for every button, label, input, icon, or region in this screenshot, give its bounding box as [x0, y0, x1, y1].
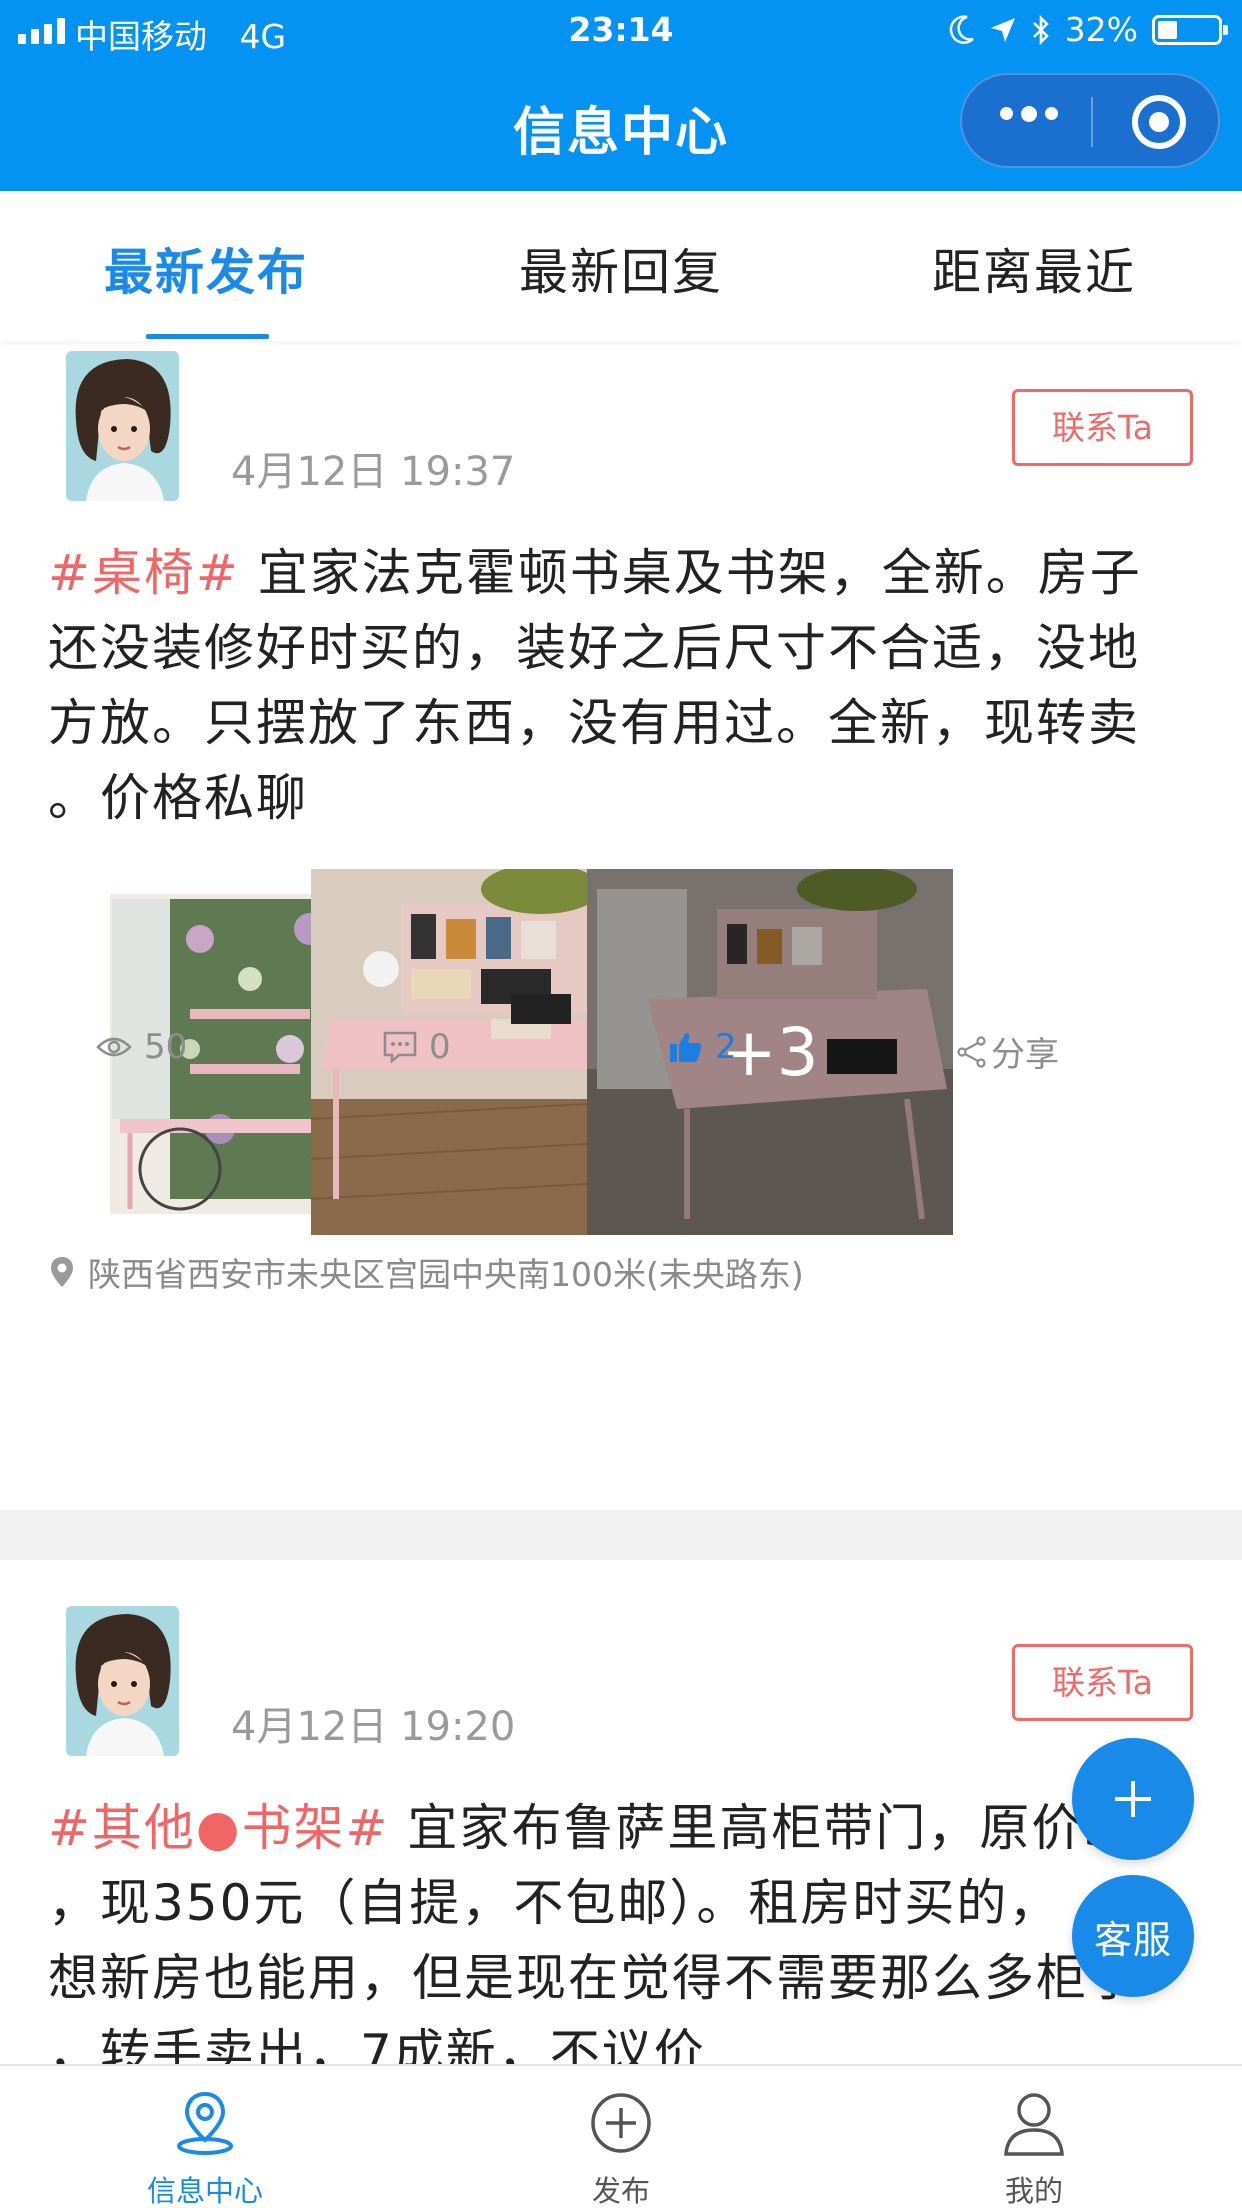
thumbs-up-icon — [670, 1033, 702, 1062]
post-text-line: 还没装修好时买的，装好之后尺寸不合适，没地 — [48, 619, 1140, 677]
contact-button[interactable]: 联系Ta — [1012, 1644, 1193, 1721]
miniprogram-capsule — [960, 73, 1220, 168]
avatar-illustration — [66, 1606, 179, 1756]
avatar[interactable] — [66, 351, 179, 501]
post-text-line: 。价格私聊 — [48, 769, 308, 827]
close-target-icon[interactable] — [1132, 95, 1186, 149]
nav-label: 信息中心 — [146, 2174, 263, 2208]
nav-label: 发布 — [591, 2174, 650, 2208]
nav-item-mine[interactable]: 我的 — [904, 2066, 1164, 2208]
like-count-value: 2 — [715, 1027, 737, 1067]
customer-service-fab[interactable]: 客服 — [1072, 1875, 1194, 1997]
post-text-line: ，现350元（自提，不包邮）。租房时买的， — [48, 1874, 1061, 1932]
add-post-fab[interactable] — [1072, 1738, 1194, 1860]
avatar-illustration — [66, 351, 179, 501]
post-card[interactable]: 4月12日 19:20 联系Ta #其他●书架# 宜家布鲁萨里高柜带门，原价5 … — [0, 1560, 1242, 2064]
post-separator — [0, 1510, 1242, 1560]
post-tag[interactable]: #其他●书架# — [48, 1799, 389, 1857]
tab-latest-posts[interactable]: 最新发布 — [104, 233, 308, 304]
active-tab-indicator — [146, 334, 269, 339]
post-text-line: ，转手卖出，7成新，不议价 — [48, 2024, 706, 2064]
post-text[interactable]: #桌椅# 宜家法克霍顿书桌及书架，全新。房子 还没装修好时买的，装好之后尺寸不合… — [48, 536, 1208, 836]
nav-item-publish[interactable]: 发布 — [491, 2066, 751, 2208]
post-text-line: 想新房也能用，但是现在觉得不需要那么多柜子 — [48, 1949, 1140, 2007]
tab-bar: 最新发布 最新回复 距离最近 — [0, 191, 1242, 341]
post-text-line: 宜家布鲁萨里高柜带门，原价5 — [389, 1799, 1118, 1857]
more-menu-icon[interactable] — [1000, 106, 1058, 122]
post-text-line: 宜家法克霍顿书桌及书架，全新。房子 — [239, 544, 1142, 602]
battery-icon — [1152, 14, 1228, 45]
status-bar: 中国移动 4G 23:14 32% — [0, 0, 1242, 62]
bluetooth-icon — [1032, 14, 1049, 45]
location-arrow-icon — [990, 17, 1015, 42]
location-pin-icon — [177, 2091, 233, 2155]
contact-button[interactable]: 联系Ta — [1012, 389, 1193, 466]
post-location[interactable]: 陕西省西安市未央区宫园中央南100米(未央路东) — [50, 1248, 804, 1296]
comment-icon — [383, 1031, 417, 1063]
tab-nearest[interactable]: 距离最近 — [932, 233, 1136, 304]
share-label: 分享 — [991, 1035, 1059, 1075]
bottom-nav: 信息中心 发布 我的 — [0, 2064, 1242, 2208]
battery-percent: 32% — [1064, 10, 1138, 49]
view-count: 50 — [96, 1027, 187, 1067]
post-image[interactable]: +3 — [587, 869, 953, 1235]
location-pin-icon — [51, 1257, 73, 1287]
post-text[interactable]: #其他●书架# 宜家布鲁萨里高柜带门，原价5 ，现350元（自提，不包邮）。租房… — [48, 1791, 1208, 2064]
nav-label: 我的 — [1004, 2174, 1063, 2208]
user-icon — [1004, 2093, 1064, 2156]
post-time: 4月12日 19:20 — [231, 1704, 516, 1750]
status-indicators: 32% — [949, 10, 1228, 49]
eye-icon — [96, 1037, 132, 1057]
comment-button[interactable]: 0 — [383, 1027, 451, 1067]
post-tag[interactable]: #桌椅# — [48, 544, 240, 602]
more-images-overlay[interactable]: +3 — [587, 869, 953, 1235]
plus-circle-icon — [591, 2093, 651, 2153]
location-text: 陕西省西安市未央区宫园中央南100米(未央路东) — [88, 1255, 804, 1294]
view-count-value: 50 — [144, 1027, 188, 1067]
like-button[interactable]: 2 — [669, 1027, 737, 1067]
avatar[interactable] — [66, 1606, 179, 1756]
moon-icon — [949, 14, 974, 44]
post-card[interactable]: 4月12日 19:37 联系Ta #桌椅# 宜家法克霍顿书桌及书架，全新。房子 … — [0, 341, 1242, 1510]
nav-item-info-center[interactable]: 信息中心 — [75, 2066, 335, 2208]
capsule-divider — [1091, 97, 1093, 147]
battery-fill — [1158, 20, 1177, 39]
post-time: 4月12日 19:37 — [231, 449, 516, 495]
share-button[interactable]: 分享 — [957, 1027, 1059, 1076]
share-icon — [957, 1035, 986, 1068]
plus-icon — [1115, 1781, 1151, 1817]
top-bar: 中国移动 4G 23:14 32% 信息中心 — [0, 0, 1242, 191]
comment-count-value: 0 — [429, 1027, 451, 1067]
customer-service-label: 客服 — [1093, 1917, 1172, 1962]
tab-latest-replies[interactable]: 最新回复 — [519, 233, 723, 304]
post-text-line: 方放。只摆放了东西，没有用过。全新，现转卖 — [48, 694, 1140, 752]
